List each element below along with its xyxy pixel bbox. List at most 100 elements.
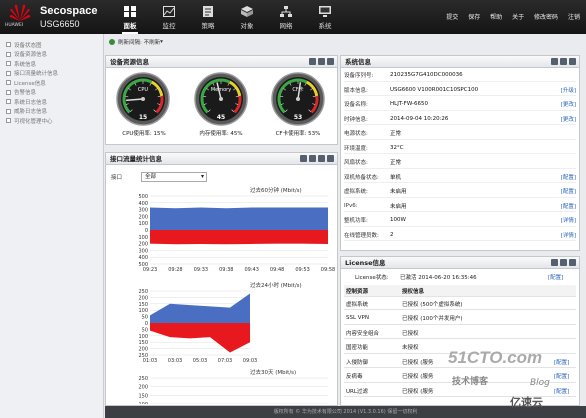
row-value: 未启用 [390, 189, 407, 196]
close-icon[interactable] [327, 58, 334, 65]
y-tick-label: 150 [138, 340, 148, 346]
tab-system[interactable]: 系统 [308, 4, 342, 32]
minimize-icon[interactable] [551, 58, 558, 65]
traffic-24h-chart: 2502001501005005010015020025001:03 03:03 0… [138, 289, 257, 364]
row-action-link[interactable]: [配置] [554, 372, 576, 380]
interface-select[interactable]: 全部 [141, 172, 207, 182]
x-tick-label: 09:33 [194, 267, 208, 273]
y-tick-label: 400 [138, 255, 148, 261]
row-action-link[interactable]: [更改] [561, 100, 576, 108]
sidebar-item-syslog[interactable]: 系统日志信息 [0, 97, 103, 107]
close-icon[interactable] [569, 259, 576, 266]
tab-label: 系统 [318, 22, 332, 30]
y-tick-label: 200 [138, 295, 148, 301]
refresh-bar: 刷新间隔: 不刷新 ▾ [105, 36, 585, 48]
row-action-link[interactable]: [详情] [561, 231, 576, 239]
gauge-hub [296, 97, 300, 101]
traffic-60min-chart: 500400300200100010020030040050009:23 09:2… [138, 194, 335, 273]
row-action-link[interactable]: [配置] [561, 202, 576, 210]
checkbox-icon [6, 99, 11, 105]
about-link[interactable]: 关于 [512, 14, 524, 21]
memory-gauge: Memory 45 [194, 72, 248, 126]
dashboard-icon [124, 6, 136, 17]
commit-link[interactable]: 提交 [446, 14, 458, 21]
y-tick-label: 150 [138, 302, 148, 308]
row-action-link[interactable]: [配置] [554, 358, 576, 366]
sidebar-item-visual-center[interactable]: 可视化管理中心 [0, 116, 103, 126]
panel-controls [549, 259, 576, 266]
panel-title: 接口流量统计信息 [110, 155, 162, 163]
row-action-link[interactable]: [详情] [561, 216, 576, 224]
close-icon[interactable] [327, 155, 334, 162]
license-config-link[interactable]: [配置] [548, 273, 563, 281]
gauge-name: CPU [138, 87, 149, 93]
row-action-link[interactable]: [升级] [561, 86, 576, 94]
sidebar-item-threatlog[interactable]: 威胁日志信息 [0, 107, 103, 117]
system-info-row: 风扇状态: 正常 [344, 157, 576, 169]
logout-link[interactable]: 注销 [568, 14, 580, 21]
checkbox-icon [6, 80, 11, 86]
model-name: USG6650 [40, 19, 80, 29]
sidebar-item-device-diagram[interactable]: 设备状态图 [0, 40, 103, 50]
minimize-icon[interactable] [309, 58, 316, 65]
y-tick-label: 200 [138, 242, 148, 248]
minimize-icon[interactable] [551, 259, 558, 266]
settings-icon[interactable] [560, 58, 567, 65]
cf-card-gauge: CF卡 53 [271, 72, 325, 126]
top-bar: HUAWEI Secospace USG6650 面板 监控 策略 对象 网络 … [0, 0, 586, 34]
row-action-link[interactable]: [配置] [554, 387, 576, 395]
row-key: 电源状态: [344, 131, 368, 138]
sidebar-item-alarm[interactable]: 告警信息 [0, 88, 103, 98]
y-tick-label: 300 [138, 208, 148, 214]
row-value: 正常 [390, 160, 402, 167]
row-value: USG6600 V100R001C10SPC100 [390, 86, 479, 93]
save-link[interactable]: 保存 [468, 14, 480, 21]
sidebar-item-label: License信息 [14, 80, 46, 87]
system-info-row: 在线管理员数: 2 [详情] [344, 230, 576, 241]
row-value: 未启用 [390, 203, 407, 210]
change-password-link[interactable]: 修改密码 [534, 14, 558, 21]
row-value: 32°C [390, 144, 404, 151]
sidebar-item-traffic[interactable]: 接口流量统计信息 [0, 69, 103, 79]
y-tick-label: 50 [142, 315, 148, 321]
panel-header: 系统信息 [341, 56, 579, 68]
sidebar-item-label: 系统日志信息 [14, 99, 48, 106]
settings-icon[interactable] [318, 58, 325, 65]
row-value: 100W [390, 217, 406, 224]
system-info-row: 版本信息: USG6600 V100R001C10SPC100 [升级] [344, 85, 576, 96]
edit-icon[interactable] [309, 155, 316, 162]
tab-policy[interactable]: 策略 [191, 4, 225, 32]
minimize-icon[interactable] [300, 155, 307, 162]
row-key: 环境温度: [344, 145, 368, 152]
tab-object[interactable]: 对象 [230, 4, 264, 32]
row-action-link[interactable]: [配置] [561, 173, 576, 181]
x-tick-label: 09:03 [243, 358, 257, 364]
close-icon[interactable] [569, 58, 576, 65]
tab-monitor[interactable]: 监控 [152, 4, 186, 32]
license-row: 虚拟系统 已授权 (500个虚拟系统) [344, 298, 576, 310]
x-tick-label: 09:53 [295, 267, 309, 273]
y-tick-label: 300 [138, 248, 148, 254]
x-tick-label: 07:03 [218, 358, 232, 364]
x-tick-label: 09:28 [168, 267, 182, 273]
row-key: 国密功能 [346, 345, 369, 351]
license-row: 内容安全组合 已授权 [344, 327, 576, 339]
panel-title: 系统信息 [345, 58, 371, 66]
row-action-link[interactable]: [更改] [561, 115, 576, 123]
y-tick-label: 200 [138, 347, 148, 353]
row-action-link[interactable]: [配置] [561, 187, 576, 195]
sidebar-item-license[interactable]: License信息 [0, 78, 103, 88]
x-tick-label: 03:03 [168, 358, 182, 364]
settings-icon[interactable] [560, 259, 567, 266]
tab-network[interactable]: 网络 [269, 4, 303, 32]
watermark-51cto: 51CTO.com [448, 348, 543, 367]
tab-dashboard[interactable]: 面板 [113, 4, 147, 34]
refresh-select[interactable]: 不刷新 [144, 38, 161, 46]
sidebar-item-resource[interactable]: 设备资源信息 [0, 50, 103, 60]
sidebar-item-sysinfo[interactable]: 系统信息 [0, 59, 103, 69]
system-info-row: 设备名称: HLJT-FW-6650 [更改] [344, 99, 576, 111]
help-link[interactable]: 帮助 [490, 14, 502, 21]
settings-icon[interactable] [318, 155, 325, 162]
panel-header: 设备资源信息 [106, 56, 337, 68]
tab-label: 面板 [123, 22, 137, 30]
